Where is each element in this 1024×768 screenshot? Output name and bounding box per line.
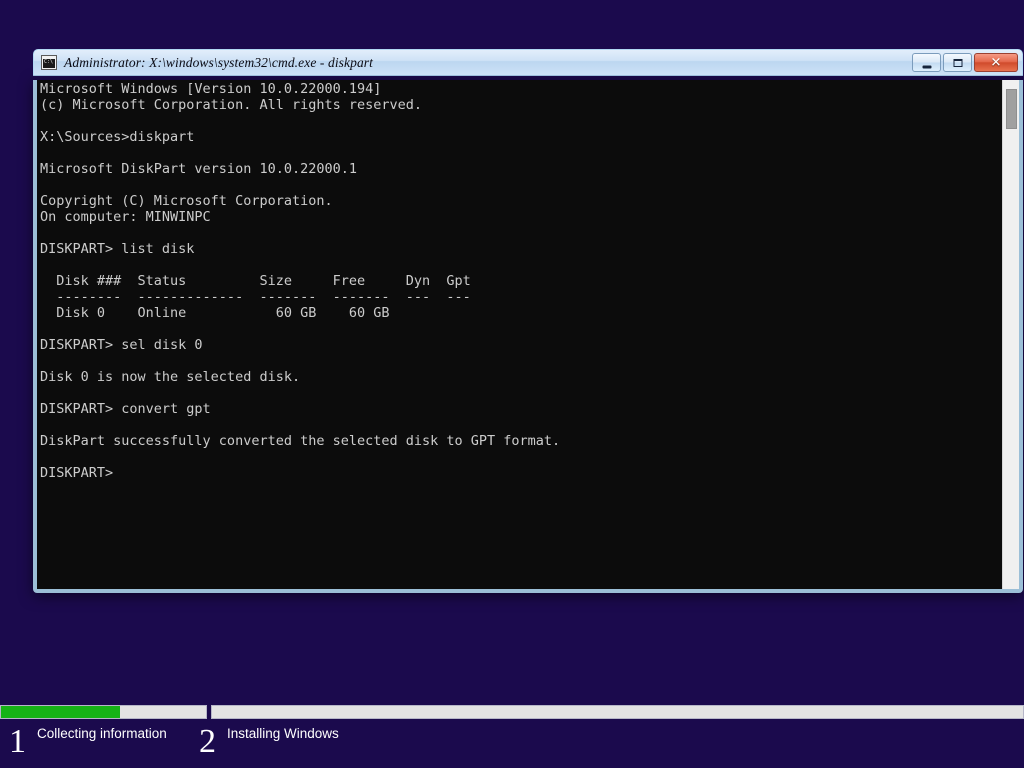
console-text: Microsoft Windows [Version 10.0.22000.19… [40, 81, 999, 481]
console-output-area[interactable]: Microsoft Windows [Version 10.0.22000.19… [37, 80, 1019, 589]
setup-steps: 1 Collecting information 2 Installing Windo… [0, 722, 1024, 768]
setup-desktop-background: Administrator: X:\windows\system32\cmd.e… [0, 0, 1024, 768]
close-button[interactable]: ✕ [974, 53, 1018, 72]
console-line: Disk ### Status Size Free Dyn Gpt [40, 273, 471, 289]
console-line: DISKPART> sel disk 0 [40, 337, 203, 353]
console-vertical-scrollbar[interactable] [1002, 80, 1019, 589]
cmd-console-icon [41, 55, 57, 70]
console-line: DISKPART> [40, 465, 114, 481]
console-line: DISKPART> list disk [40, 241, 195, 257]
console-line: X:\Sources>diskpart [40, 129, 195, 145]
step-label: Collecting information [37, 726, 167, 741]
setup-progress-footer: 1 Collecting information 2 Installing Windo… [0, 700, 1024, 768]
progress-segment-installing-windows [211, 705, 1024, 719]
console-line: DISKPART> convert gpt [40, 401, 211, 417]
minimize-button[interactable] [912, 53, 941, 72]
close-icon: ✕ [990, 55, 1002, 70]
console-line: DiskPart successfully converted the sele… [40, 433, 561, 449]
step-number: 1 [9, 723, 26, 760]
scrollbar-thumb[interactable] [1006, 89, 1017, 129]
step-number: 2 [199, 723, 216, 760]
maximize-button[interactable] [943, 53, 972, 72]
window-title-bar[interactable]: Administrator: X:\windows\system32\cmd.e… [33, 49, 1023, 76]
console-line: Disk 0 Online 60 GB 60 GB [40, 305, 390, 321]
maximize-icon [953, 58, 962, 67]
setup-step-1: 1 Collecting information [9, 722, 167, 759]
setup-step-2: 2 Installing Windows [199, 722, 339, 759]
console-line: -------- ------------- ------- ------- -… [40, 289, 471, 305]
console-line: Microsoft DiskPart version 10.0.22000.1 [40, 161, 357, 177]
step-label: Installing Windows [227, 726, 339, 741]
command-prompt-window[interactable]: Administrator: X:\windows\system32\cmd.e… [33, 49, 1023, 593]
console-line: (c) Microsoft Corporation. All rights re… [40, 97, 423, 113]
window-controls[interactable]: ✕ [912, 53, 1018, 72]
minimize-icon [922, 65, 931, 68]
console-line: Disk 0 is now the selected disk. [40, 369, 301, 385]
progress-segment-collecting-information [0, 705, 207, 719]
console-line: On computer: MINWINPC [40, 209, 211, 225]
console-line: Microsoft Windows [Version 10.0.22000.19… [40, 81, 382, 97]
window-title-text: Administrator: X:\windows\system32\cmd.e… [64, 54, 374, 70]
progress-fill [1, 706, 120, 718]
setup-progress-bar [0, 705, 1024, 719]
console-line: Copyright (C) Microsoft Corporation. [40, 193, 333, 209]
